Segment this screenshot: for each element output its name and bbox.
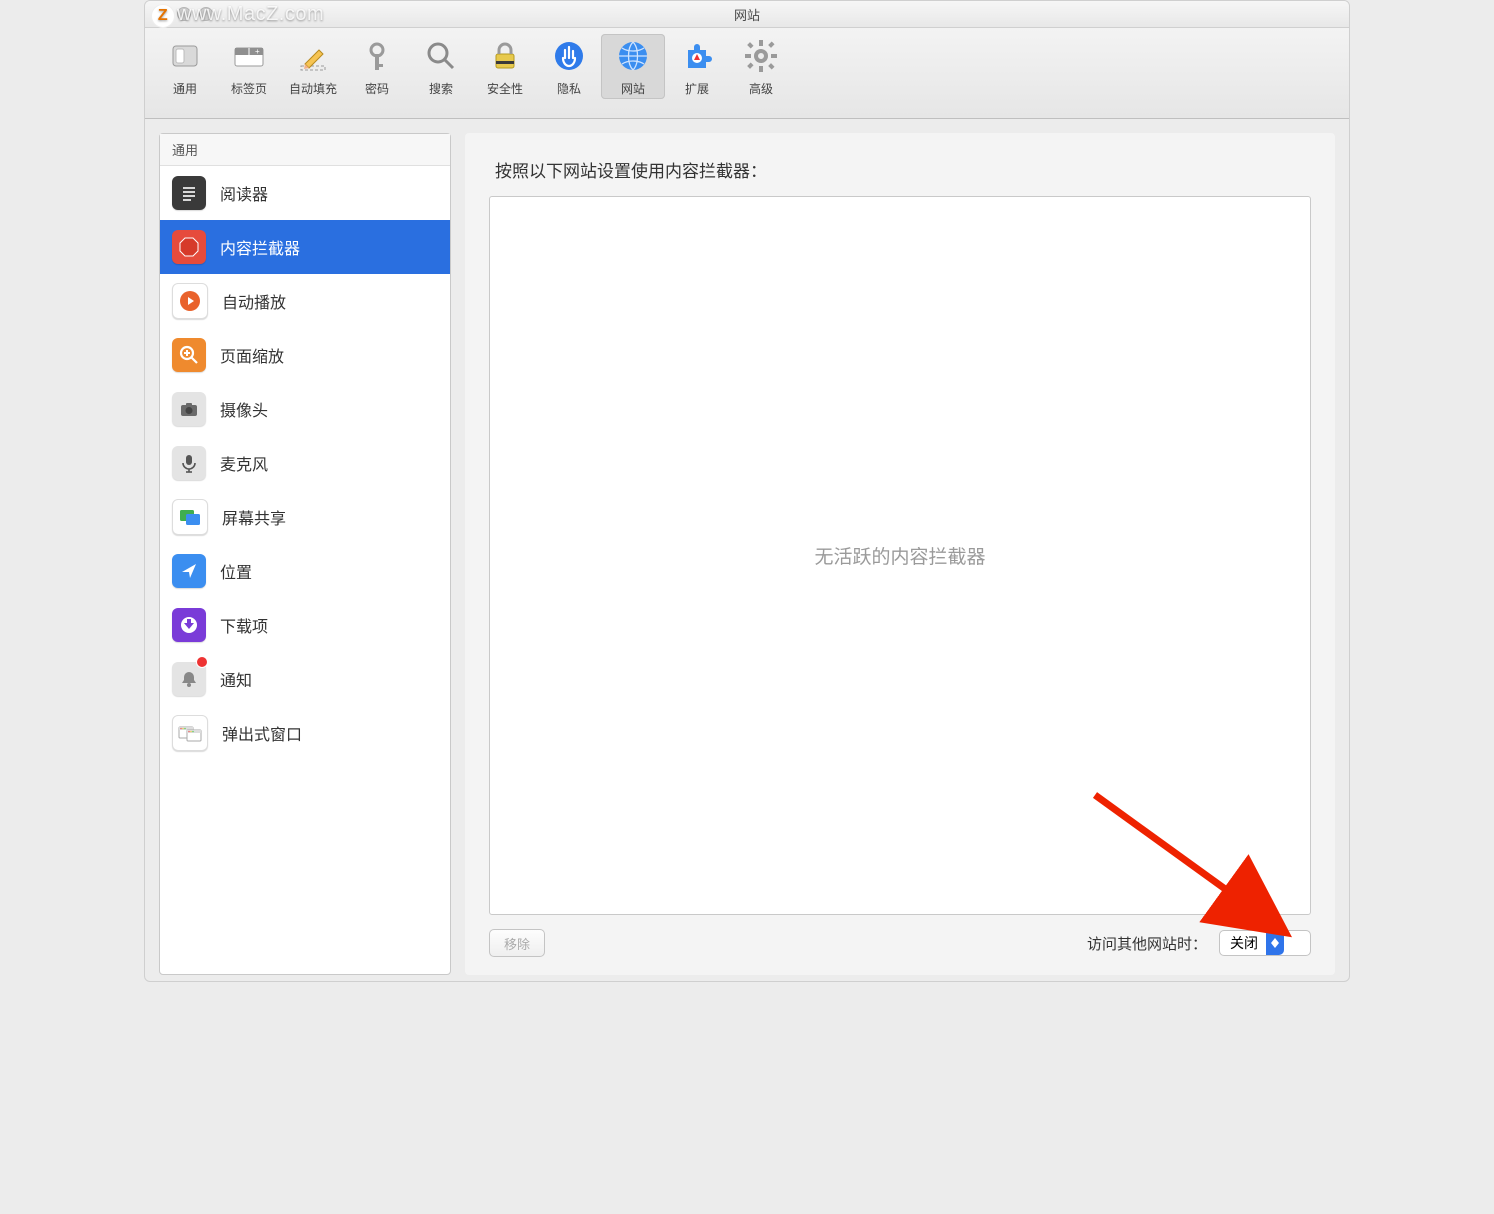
magnifier-icon: [423, 38, 459, 74]
microphone-icon: [172, 446, 206, 480]
sidebar-item-label: 下载项: [220, 613, 268, 637]
sidebar-item-camera[interactable]: 摄像头: [160, 382, 450, 436]
main-heading: 按照以下网站设置使用内容拦截器：: [495, 157, 1305, 182]
screens-icon: [172, 499, 208, 535]
toolbar-tab-security[interactable]: 安全性: [473, 34, 537, 99]
window-title: 网站: [145, 5, 1349, 24]
toolbar-tab-label: 自动填充: [289, 80, 337, 97]
remove-button[interactable]: 移除: [489, 929, 545, 957]
sidebar-item-label: 通知: [220, 667, 252, 691]
gear-icon: [743, 38, 779, 74]
sidebar-item-reader[interactable]: 阅读器: [160, 166, 450, 220]
dropdown-value: 关闭: [1230, 933, 1258, 953]
notification-badge-icon: [196, 656, 208, 668]
sidebar-item-zoom[interactable]: 页面缩放: [160, 328, 450, 382]
svg-text:+: +: [255, 47, 260, 56]
toolbar-tab-label: 隐私: [557, 80, 581, 97]
main-panel: 按照以下网站设置使用内容拦截器： 无活跃的内容拦截器 移除 访问其他网站时： 关…: [465, 133, 1335, 975]
sidebar-item-screenshare[interactable]: 屏幕共享: [160, 490, 450, 544]
toolbar-tab-extensions[interactable]: 扩展: [665, 34, 729, 99]
toolbar-tab-general[interactable]: 通用: [153, 34, 217, 99]
toolbar-tab-search[interactable]: 搜索: [409, 34, 473, 99]
other-sites-label: 访问其他网站时：: [1087, 933, 1207, 954]
toolbar-tab-websites[interactable]: 网站: [601, 34, 665, 99]
chevron-updown-icon: [1266, 931, 1284, 955]
location-icon: [172, 554, 206, 588]
switch-icon: [167, 38, 203, 74]
reader-icon: [172, 176, 206, 210]
empty-list-text: 无活跃的内容拦截器: [814, 542, 985, 569]
stopsign-icon: [172, 230, 206, 264]
toolbar-tab-label: 标签页: [231, 80, 267, 97]
play-icon: [172, 283, 208, 319]
windows-icon: [172, 715, 208, 751]
toolbar-tab-label: 通用: [173, 80, 197, 97]
tabs-icon: +: [231, 38, 267, 74]
settings-sidebar: 通用 阅读器 内容拦截器: [159, 133, 451, 975]
toolbar-tab-tabs[interactable]: + 标签页: [217, 34, 281, 99]
sidebar-item-label: 阅读器: [220, 181, 268, 205]
sidebar-item-label: 自动播放: [222, 289, 286, 313]
sidebar-item-label: 内容拦截器: [220, 235, 300, 259]
toolbar-tab-privacy[interactable]: 隐私: [537, 34, 601, 99]
sidebar-item-content-blockers[interactable]: 内容拦截器: [160, 220, 450, 274]
sidebar-item-label: 屏幕共享: [222, 505, 286, 529]
sidebar-item-location[interactable]: 位置: [160, 544, 450, 598]
pencil-icon: [295, 38, 331, 74]
toolbar-tab-advanced[interactable]: 高级: [729, 34, 793, 99]
key-icon: [359, 38, 395, 74]
bottom-row: 移除 访问其他网站时： 关闭: [489, 929, 1311, 957]
hand-icon: [551, 38, 587, 74]
sidebar-item-label: 摄像头: [220, 397, 268, 421]
lock-icon: [487, 38, 523, 74]
toolbar-tab-autofill[interactable]: 自动填充: [281, 34, 345, 99]
titlebar: 网站: [145, 1, 1349, 28]
globe-icon: [615, 38, 651, 74]
sidebar-item-notifications[interactable]: 通知: [160, 652, 450, 706]
toolbar-tab-label: 密码: [365, 80, 389, 97]
remove-button-label: 移除: [504, 934, 530, 953]
puzzle-icon: [679, 38, 715, 74]
toolbar-tab-label: 扩展: [685, 80, 709, 97]
preferences-toolbar: 通用 + 标签页 自动填充 密码 搜索: [145, 28, 1349, 119]
sidebar-item-label: 位置: [220, 559, 252, 583]
toolbar-tab-label: 安全性: [487, 80, 523, 97]
other-sites-dropdown[interactable]: 关闭: [1219, 930, 1311, 956]
sidebar-item-popups[interactable]: 弹出式窗口: [160, 706, 450, 760]
toolbar-tab-passwords[interactable]: 密码: [345, 34, 409, 99]
websites-list[interactable]: 无活跃的内容拦截器: [489, 196, 1311, 915]
download-icon: [172, 608, 206, 642]
zoom-icon: [172, 338, 206, 372]
sidebar-list: 阅读器 内容拦截器 自动播放: [160, 166, 450, 974]
toolbar-tab-label: 网站: [621, 80, 645, 97]
camera-icon: [172, 392, 206, 426]
sidebar-item-autoplay[interactable]: 自动播放: [160, 274, 450, 328]
sidebar-item-downloads[interactable]: 下载项: [160, 598, 450, 652]
toolbar-tab-label: 高级: [749, 80, 773, 97]
sidebar-item-label: 弹出式窗口: [222, 721, 302, 745]
sidebar-item-label: 麦克风: [220, 451, 268, 475]
sidebar-item-microphone[interactable]: 麦克风: [160, 436, 450, 490]
toolbar-tab-label: 搜索: [429, 80, 453, 97]
sidebar-item-label: 页面缩放: [220, 343, 284, 367]
sidebar-section-title: 通用: [160, 134, 450, 166]
